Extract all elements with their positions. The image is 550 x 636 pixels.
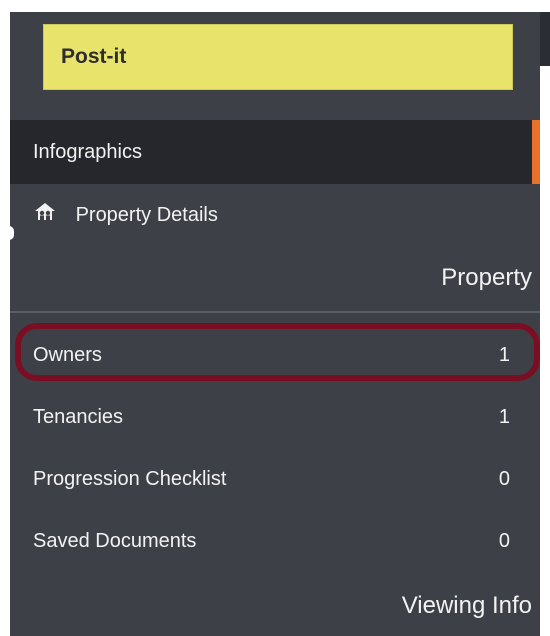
right-edge	[540, 12, 550, 636]
postit-area: Post-it	[10, 12, 540, 120]
sidebar-item-tenancies[interactable]: Tenancies 1	[10, 386, 540, 448]
saved-documents-count: 0	[498, 530, 510, 552]
tenancies-label: Tenancies	[33, 406, 124, 428]
section-header-property: Property	[441, 264, 532, 291]
sidebar-item-saved-documents[interactable]: Saved Documents 0	[10, 510, 540, 572]
section-divider	[10, 311, 540, 313]
infographics-label: Infographics	[33, 141, 142, 163]
progression-checklist-count: 0	[498, 468, 510, 490]
postit-label: Post-it	[61, 45, 127, 68]
right-edge-dark	[540, 12, 550, 66]
left-edge	[0, 0, 10, 636]
sidebar-item-property-details[interactable]: Property Details	[10, 184, 540, 246]
owners-count: 1	[498, 344, 510, 366]
sidebar-item-progression-checklist[interactable]: Progression Checklist 0	[10, 448, 540, 510]
section-header-viewing-info[interactable]: Viewing Info	[402, 592, 532, 620]
active-accent-bar	[532, 120, 540, 184]
app-frame: Post-it Infographics Property Details Pr…	[0, 0, 550, 636]
saved-documents-label: Saved Documents	[33, 530, 197, 552]
tenancies-count: 1	[498, 406, 510, 428]
progression-checklist-label: Progression Checklist	[33, 468, 227, 490]
sidebar: Post-it Infographics Property Details Pr…	[4, 12, 540, 636]
sidebar-item-owners[interactable]: Owners 1	[10, 324, 540, 386]
sidebar-item-infographics[interactable]: Infographics	[10, 120, 540, 184]
owners-label: Owners	[33, 344, 102, 366]
property-details-label: Property Details	[75, 204, 218, 226]
postit-button[interactable]: Post-it	[43, 24, 513, 90]
house-people-icon	[34, 185, 56, 220]
